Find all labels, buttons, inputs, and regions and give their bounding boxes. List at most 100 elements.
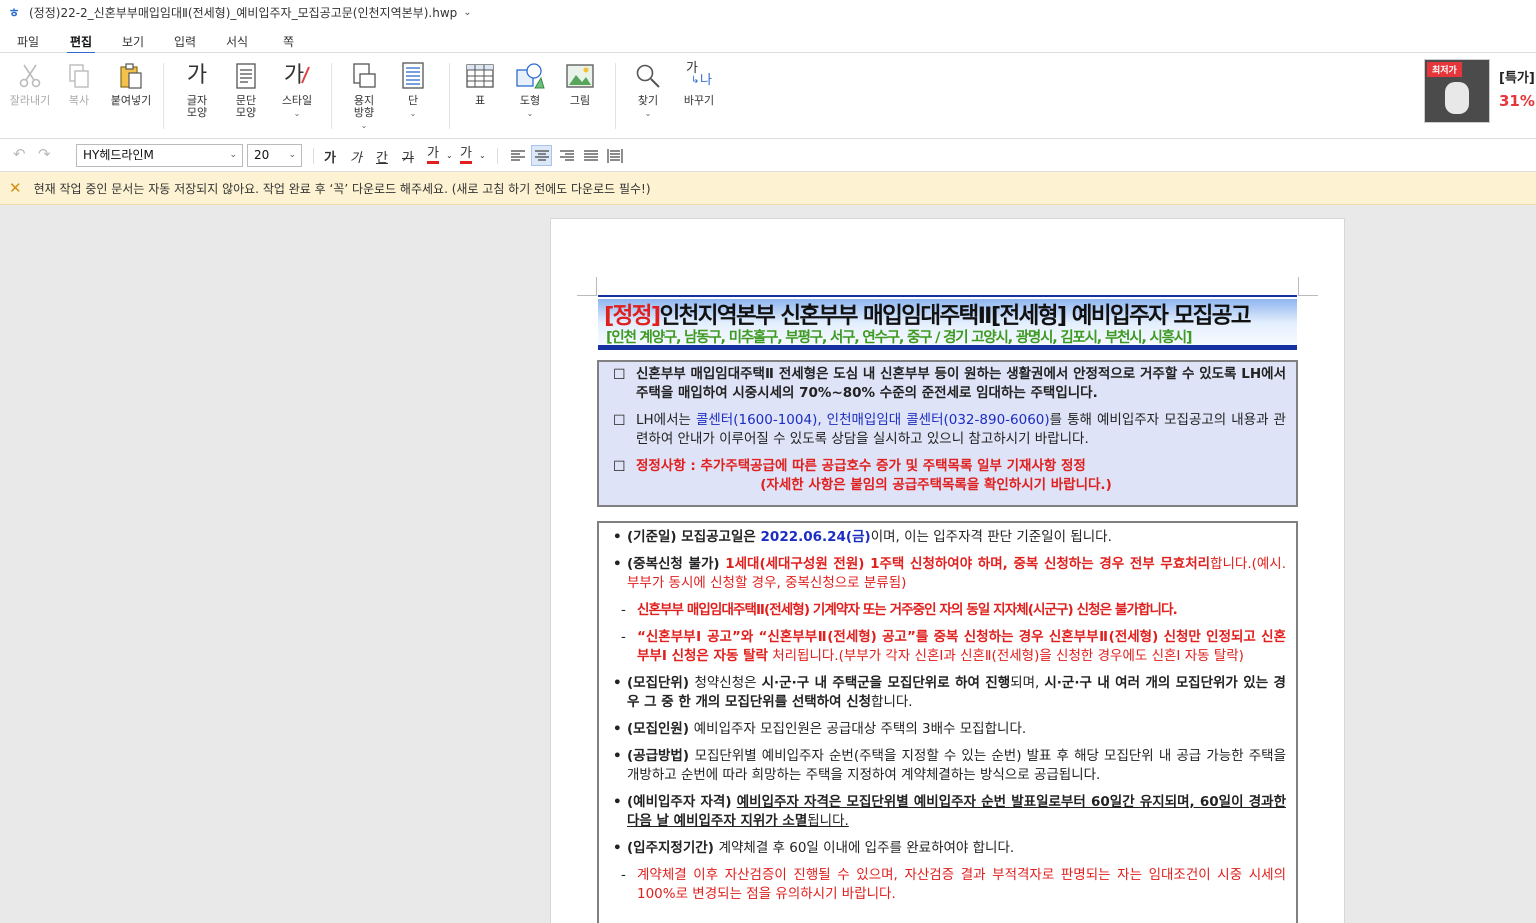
- table-icon: [463, 61, 497, 91]
- tab-file[interactable]: 파일: [17, 33, 39, 50]
- rule-subitem: - “신혼부부Ⅰ 공고”와 “신혼부부Ⅱ(전세형) 공고”를 중복 신청하는 경우…: [621, 629, 1286, 664]
- redo-icon[interactable]: ↷: [38, 145, 51, 163]
- strikethrough-button[interactable]: 가: [402, 147, 414, 166]
- align-right-icon: [559, 149, 574, 161]
- font-color-button[interactable]: 가: [427, 147, 439, 164]
- rule-item: • (모집인원) 예비입주자 모집인원은 공급대상 주택의 3배수 모집합니다.: [613, 721, 1027, 737]
- ribbon-divider: [163, 63, 164, 129]
- rule-item: • (공급방법) 모집단위별 예비입주자 순번(주택을 지정할 수 있는 순번) …: [613, 748, 1286, 783]
- para-shape-button[interactable]: 문단 모양: [227, 61, 265, 119]
- tab-insert[interactable]: 입력: [174, 33, 196, 50]
- align-distribute-button[interactable]: [604, 145, 625, 166]
- format-toolbar: ↶ ↷ HY헤드라인M ⌄ 20 ⌄ 가 가 간 가 가 ⌄ 가 ⌄: [0, 139, 1536, 172]
- tab-edit[interactable]: 편집: [66, 33, 96, 54]
- chevron-down-icon: ⌄: [293, 109, 301, 118]
- char-shape-button[interactable]: 가 글자 모양: [178, 61, 216, 119]
- tab-view[interactable]: 보기: [122, 33, 144, 50]
- chevron-down-icon: ⌄: [288, 150, 296, 160]
- align-left-icon: [510, 149, 525, 161]
- rule-item: • (기준일) 모집공고일은 2022.06.24(금)이며, 이는 입주자격 판…: [613, 529, 1112, 545]
- undo-icon[interactable]: ↶: [13, 145, 26, 163]
- style-button[interactable]: 가 스타일 ⌄: [277, 61, 317, 120]
- menu-bar: 파일 편집 보기 입력 서식 쪽: [0, 24, 1536, 54]
- chevron-down-icon[interactable]: ⌄: [446, 151, 453, 160]
- ad-title: [특가]: [1499, 71, 1535, 86]
- align-center-button[interactable]: [531, 145, 552, 166]
- align-justify-button[interactable]: [580, 145, 601, 166]
- title-bar: ㅎ (정정)22-2_신혼부부매입임대Ⅱ(전세형)_예비입주자_모집공고문(인천…: [0, 0, 1536, 24]
- ribbon-divider: [615, 63, 616, 129]
- intro-paragraph: ☐ 신혼부부 매입임대주택Ⅱ 전세형은 도심 내 신혼부부 등이 원하는 생활권에…: [613, 366, 1286, 401]
- image-button[interactable]: 그림: [563, 61, 597, 107]
- ad-banner[interactable]: 최저가 [특가] 31%: [1424, 59, 1536, 123]
- document-title[interactable]: (정정)22-2_신혼부부매입임대Ⅱ(전세형)_예비입주자_모집공고문(인천지역…: [29, 4, 457, 21]
- page-subtitle: [인천 계양구, 남동구, 미추홀구, 부평구, 서구, 연수구, 중구 / 경…: [606, 330, 1193, 346]
- document-page[interactable]: [정정]인천지역본부 신혼부부 매입임대주택Ⅱ[전세형] 예비입주자 모집공고 …: [550, 218, 1345, 923]
- checkbox-square-icon: ☐: [613, 367, 626, 383]
- align-left-button[interactable]: [507, 145, 528, 166]
- checkbox-square-icon: ☐: [613, 413, 626, 429]
- copy-button[interactable]: 복사: [62, 61, 96, 107]
- chevron-down-icon[interactable]: ⌄: [479, 151, 486, 160]
- image-icon: [563, 61, 597, 91]
- cut-button[interactable]: 잘라내기: [8, 61, 52, 107]
- shape-icon: [513, 61, 547, 91]
- column-button[interactable]: 단 ⌄: [396, 61, 430, 120]
- notice-text: 현재 작업 중인 문서는 자동 저장되지 않아요. 작업 완료 후 ‘꼭’ 다운…: [33, 181, 651, 196]
- search-icon: [631, 61, 665, 91]
- ad-product-image: 최저가: [1424, 59, 1490, 123]
- tab-page[interactable]: 쪽: [283, 33, 294, 50]
- intro-box: ☐ 신혼부부 매입임대주택Ⅱ 전세형은 도심 내 신혼부부 등이 원하는 생활권에…: [597, 360, 1298, 507]
- chevron-down-icon: ⌄: [409, 109, 417, 118]
- page-orientation-button[interactable]: 용지 방향 ⌄: [344, 61, 384, 132]
- hancom-logo-icon: ㅎ: [8, 5, 20, 20]
- paste-button[interactable]: 붙여넣기: [106, 61, 156, 107]
- chevron-down-icon: ⌄: [360, 121, 368, 130]
- font-select[interactable]: HY헤드라인M ⌄: [76, 144, 243, 167]
- align-right-button[interactable]: [556, 145, 577, 166]
- style-brush-icon: 가: [280, 61, 314, 91]
- align-distribute-icon: [606, 148, 623, 163]
- rule-item: • (예비입주자 자격) 예비입주자 자격은 모집단위별 예비입주자 순번 발표일…: [613, 794, 1286, 829]
- autosave-notice: ✕ 현재 작업 중인 문서는 자동 저장되지 않아요. 작업 완료 후 ‘꼭’ …: [0, 172, 1536, 205]
- align-justify-icon: [583, 149, 598, 161]
- checkbox-square-icon: ☐: [613, 459, 626, 475]
- intro-paragraph: ☐ LH에서는 콜센터(1600-1004), 인천매입임대 콜센터(032-89…: [613, 412, 1286, 447]
- table-button[interactable]: 표: [463, 61, 497, 107]
- ribbon-divider: [449, 63, 450, 129]
- rules-box: • (기준일) 모집공고일은 2022.06.24(금)이며, 이는 입주자격 판…: [597, 521, 1298, 923]
- rule-item: • (입주지정기간) 계약체결 후 60일 이내에 입주를 완료하여야 합니다.: [613, 840, 1015, 856]
- find-button[interactable]: 찾기 ⌄: [631, 61, 665, 120]
- rule-subitem: - 신혼부부 매입임대주택Ⅱ(전세형) 기계약자 또는 거주중인 자의 동일 지자…: [621, 602, 1178, 618]
- ribbon-divider: [331, 63, 332, 129]
- chevron-down-icon: ⌄: [644, 109, 652, 118]
- close-icon[interactable]: ✕: [9, 179, 22, 197]
- chevron-down-icon[interactable]: ⌄: [463, 7, 471, 18]
- char-shape-icon: 가: [186, 63, 208, 88]
- rule-subitem: - 계약체결 이후 자산검증이 진행될 수 있으며, 자산검증 결과 부적격자로 …: [621, 867, 1286, 902]
- align-center-icon: [534, 149, 549, 161]
- page-orientation-icon: [347, 61, 381, 91]
- tab-format[interactable]: 서식: [226, 33, 248, 50]
- column-icon: [396, 61, 430, 91]
- copy-icon: [62, 61, 96, 91]
- chevron-down-icon: ⌄: [229, 150, 237, 160]
- correction-notice: ☐ 정정사항 : 추가주택공급에 따른 공급호수 증가 및 주택목록 일부 기재사…: [613, 458, 1112, 493]
- rule-item: • (모집단위) 청약신청은 시·군·구 내 주택군을 모집단위로 하여 진행되며…: [613, 675, 1286, 710]
- chevron-down-icon: ⌄: [526, 109, 534, 118]
- ad-discount: 31%: [1499, 92, 1535, 110]
- paste-icon: [114, 61, 148, 91]
- paragraph-icon: [229, 61, 263, 91]
- underline-button[interactable]: 간: [376, 147, 388, 166]
- italic-button[interactable]: 가: [350, 147, 362, 166]
- bold-button[interactable]: 가: [324, 147, 336, 166]
- shape-button[interactable]: 도형 ⌄: [513, 61, 547, 120]
- ribbon-toolbar: 잘라내기 복사 붙여넣기 가 글자 모양 문단 모양 가 스타일 ⌄ 용지 방향…: [0, 53, 1536, 139]
- font-size-select[interactable]: 20 ⌄: [247, 144, 302, 167]
- replace-icon: 가 나 ↳: [686, 61, 712, 88]
- scissors-icon: [13, 61, 47, 91]
- announcement-title-box: [정정]인천지역본부 신혼부부 매입임대주택Ⅱ[전세형] 예비입주자 모집공고 …: [598, 295, 1297, 350]
- highlight-color-button[interactable]: 가: [460, 147, 472, 164]
- rule-item: • (중복신청 불가) 1세대(세대구성원 전원) 1주택 신청하여야 하며, 중…: [613, 556, 1287, 591]
- replace-button[interactable]: 가 나 ↳ 바꾸기: [678, 61, 720, 107]
